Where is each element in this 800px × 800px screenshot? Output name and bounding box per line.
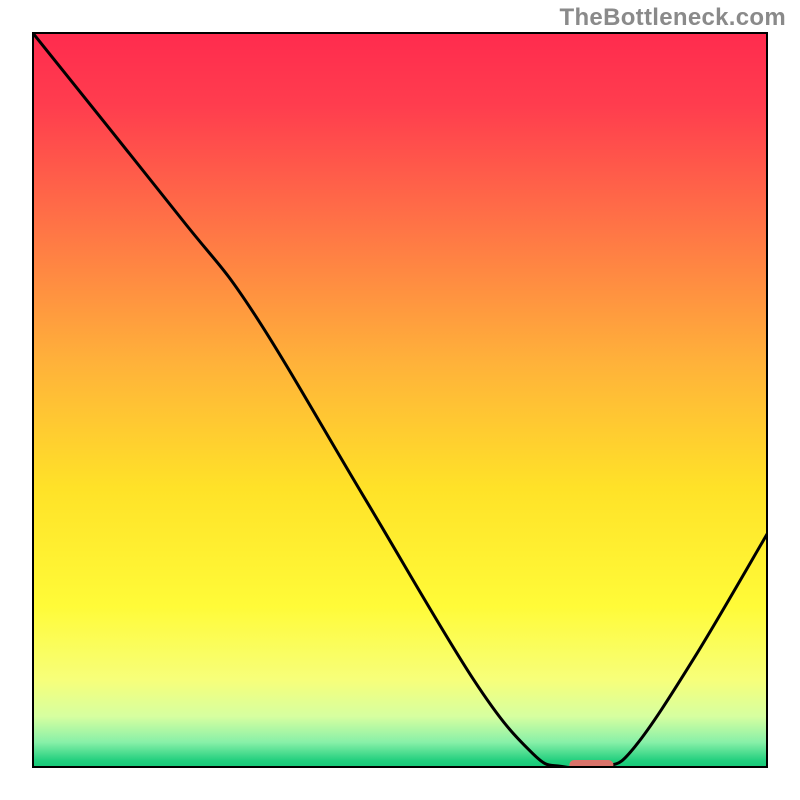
- plot-area: [32, 32, 768, 768]
- watermark-label: TheBottleneck.com: [560, 4, 786, 32]
- gradient-background: [32, 32, 768, 768]
- chart-frame: TheBottleneck.com: [0, 0, 800, 800]
- gradient-chart: [32, 32, 768, 768]
